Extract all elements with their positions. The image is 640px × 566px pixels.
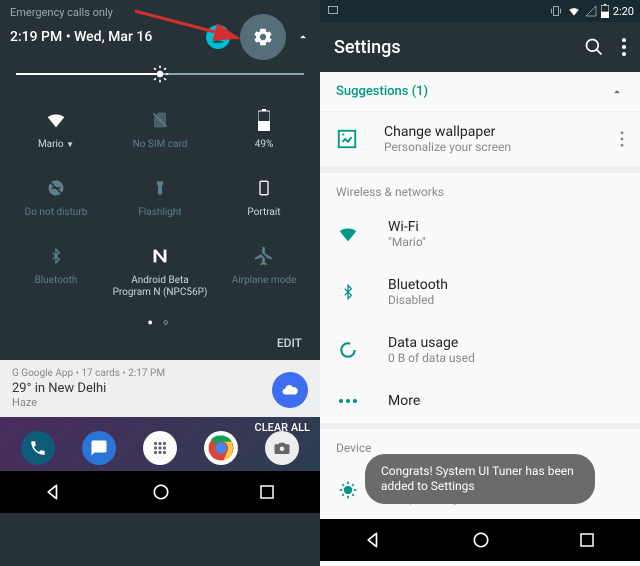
setting-data-usage[interactable]: Data usage0 B of data used xyxy=(320,321,640,379)
data-usage-icon xyxy=(338,340,358,360)
setting-more[interactable]: More xyxy=(320,379,640,423)
section-wireless: Wireless & networks xyxy=(320,167,640,205)
wifi-icon xyxy=(45,109,67,131)
app-drawer-icon[interactable] xyxy=(143,431,177,465)
wifi-status-icon xyxy=(567,4,581,18)
toast-message: Congrats! System UI Tuner has been added… xyxy=(365,454,595,504)
sim-icon xyxy=(151,109,169,131)
nav-bar-left xyxy=(0,471,320,513)
qs-tile-battery[interactable]: 49% xyxy=(212,97,316,165)
cloud-icon xyxy=(281,381,299,399)
weather-fab[interactable] xyxy=(272,372,308,408)
more-horizontal-icon xyxy=(338,398,358,404)
qs-tile-dnd[interactable]: Do not disturb xyxy=(4,165,108,233)
person-icon xyxy=(210,29,226,45)
setting-wifi[interactable]: Wi-Fi"Mario" xyxy=(320,205,640,263)
messenger-app-icon[interactable] xyxy=(82,431,116,465)
edit-tiles-button[interactable]: EDIT xyxy=(0,332,320,360)
qs-tile-sim[interactable]: No SIM card xyxy=(108,97,212,165)
status-bar: 2:20 xyxy=(320,0,640,22)
qs-tiles-grid: Mario ▼ No SIM card 49% Do not disturb F… xyxy=(0,83,320,313)
android-n-icon xyxy=(149,245,171,267)
qs-tile-flashlight[interactable]: Flashlight xyxy=(108,165,212,233)
page-title: Settings xyxy=(334,37,401,58)
nav-recents-icon[interactable] xyxy=(578,531,596,549)
dnd-icon xyxy=(46,178,66,198)
nav-recents-icon[interactable] xyxy=(258,483,276,501)
nav-home-icon[interactable] xyxy=(151,482,171,502)
setting-bluetooth[interactable]: BluetoothDisabled xyxy=(320,263,640,321)
nav-home-icon[interactable] xyxy=(471,530,491,550)
wifi-icon xyxy=(337,223,359,245)
qs-tile-airplane[interactable]: Airplane mode xyxy=(212,233,316,313)
chrome-app-icon[interactable] xyxy=(204,431,238,465)
qs-header: 2:19 PM • Wed, Mar 16 xyxy=(0,21,320,57)
nav-back-icon[interactable] xyxy=(44,482,64,502)
home-background: CLEAR ALL xyxy=(0,417,320,471)
qs-tile-rotation[interactable]: Portrait xyxy=(212,165,316,233)
flashlight-icon xyxy=(152,177,168,199)
qs-tile-bluetooth[interactable]: Bluetooth xyxy=(4,233,108,313)
settings-app: 2:20 Settings Suggestions (1) Change wal… xyxy=(320,0,640,566)
settings-gear-button[interactable] xyxy=(240,14,286,60)
signal-empty-icon xyxy=(585,5,597,17)
bluetooth-icon xyxy=(48,245,64,267)
screenshot-indicator-icon xyxy=(326,4,340,18)
notif-sub: Haze xyxy=(12,396,308,409)
qs-tile-beta[interactable]: Android Beta Program N (NPC56P) xyxy=(108,233,212,313)
phone-app-icon[interactable] xyxy=(21,431,55,465)
hotseat xyxy=(0,431,320,465)
wallpaper-icon xyxy=(336,128,358,150)
quick-settings-panel: Emergency calls only 2:19 PM • Wed, Mar … xyxy=(0,0,320,566)
phone-portrait-icon xyxy=(256,177,272,199)
status-time: 2:20 xyxy=(613,5,634,18)
battery-icon xyxy=(258,109,270,131)
app-bar: Settings xyxy=(320,22,640,72)
airplane-icon xyxy=(253,245,275,267)
suggestions-header[interactable]: Suggestions (1) xyxy=(320,72,640,112)
nav-bar-right xyxy=(320,519,640,561)
notif-meta: G Google App • 17 cards • 2:17 PM xyxy=(12,368,308,379)
brightness-slider[interactable] xyxy=(16,73,304,75)
nav-back-icon[interactable] xyxy=(364,530,384,550)
battery-status-icon xyxy=(601,4,609,18)
display-brightness-icon xyxy=(338,480,358,500)
gear-icon xyxy=(252,26,274,48)
search-icon[interactable] xyxy=(584,37,604,57)
bluetooth-icon xyxy=(340,281,356,303)
page-indicator[interactable]: ● ○ xyxy=(0,313,320,332)
qs-tile-wifi[interactable]: Mario ▼ xyxy=(4,97,108,165)
notif-title: 29° in New Delhi xyxy=(12,381,308,396)
notification-card[interactable]: G Google App • 17 cards • 2:17 PM 29° in… xyxy=(0,360,320,417)
suggestion-item[interactable]: Change wallpaperPersonalize your screen xyxy=(320,112,640,167)
time-date[interactable]: 2:19 PM • Wed, Mar 16 xyxy=(10,29,152,45)
chevron-up-icon xyxy=(610,85,624,99)
item-overflow-icon[interactable] xyxy=(620,131,624,147)
brightness-icon xyxy=(150,64,170,84)
chevron-up-icon[interactable] xyxy=(296,30,310,44)
overflow-menu-icon[interactable] xyxy=(622,38,626,56)
camera-app-icon[interactable] xyxy=(265,431,299,465)
vibrate-icon xyxy=(549,4,563,18)
user-avatar[interactable] xyxy=(206,25,230,49)
